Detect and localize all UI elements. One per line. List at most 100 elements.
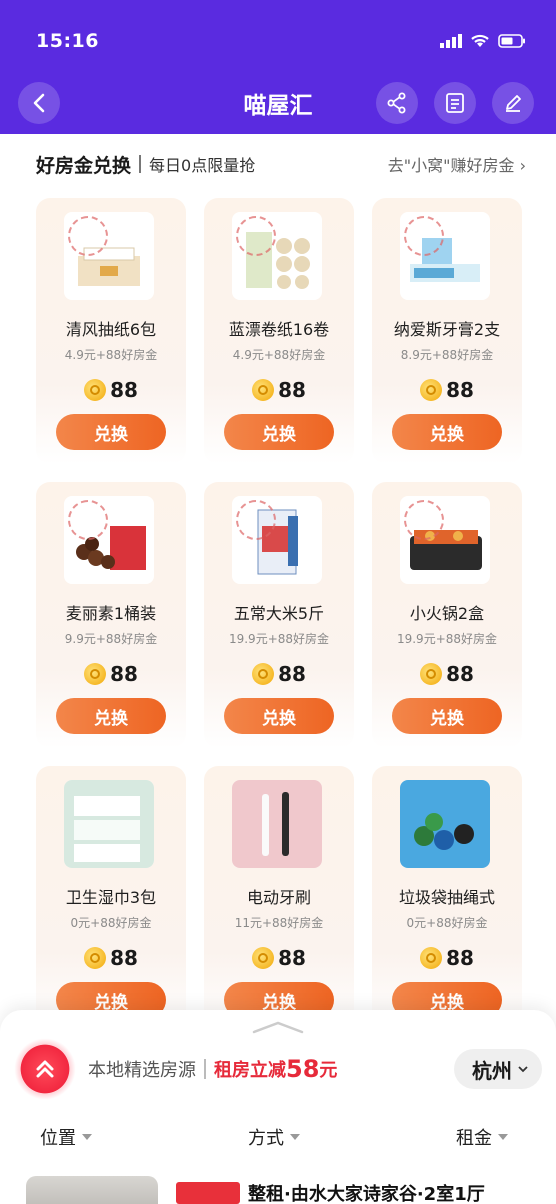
product-card[interactable]: 清风抽纸6包 4.9元+88好房金 88 兑换: [36, 198, 186, 464]
product-price: 0元+88好房金: [406, 916, 488, 930]
exchange-button[interactable]: 兑换: [224, 698, 334, 734]
list-button[interactable]: [434, 82, 476, 124]
coin-value: 88: [110, 662, 138, 686]
coin-value: 88: [278, 946, 306, 970]
product-price: 11元+88好房金: [234, 916, 324, 930]
status-bar: 15:16: [36, 26, 526, 56]
product-image: [400, 212, 490, 300]
filter-rent[interactable]: 租金: [456, 1124, 508, 1150]
product-name: 麦丽素1桶装: [65, 604, 157, 623]
exchange-button[interactable]: 兑换: [56, 698, 166, 734]
document-icon: [446, 93, 464, 113]
product-price: 4.9元+88好房金: [232, 348, 326, 362]
exchange-button[interactable]: 兑换: [56, 414, 166, 450]
coin-value: 88: [110, 378, 138, 402]
dropdown-icon: [82, 1134, 92, 1140]
product-price: 9.9元+88好房金: [64, 632, 158, 646]
coin-icon: [252, 379, 275, 401]
product-name: 清风抽纸6包: [65, 320, 157, 339]
product-grid: 清风抽纸6包 4.9元+88好房金 88 兑换 蓝漂卷纸16卷 4.9元+88好房金 88 兑…: [16, 194, 540, 1034]
filter-location[interactable]: 位置: [40, 1124, 92, 1150]
share-button[interactable]: [376, 82, 418, 124]
product-name: 五常大米5斤: [233, 604, 325, 623]
status-time: 15:16: [36, 30, 99, 52]
promo-amount: 58: [286, 1055, 320, 1083]
product-card[interactable]: 电动牙刷 11元+88好房金 88 兑换: [204, 766, 354, 1032]
signal-icon: [440, 34, 462, 48]
promo-badge-icon: [14, 1038, 76, 1100]
product-price: 8.9元+88好房金: [400, 348, 494, 362]
product-name: 小火锅2盒: [409, 604, 485, 623]
divider: [139, 155, 142, 173]
coin-value: 88: [446, 378, 474, 402]
chevron-up-icon[interactable]: [252, 1020, 304, 1034]
electric-toothbrush-icon: [232, 780, 322, 868]
coin-icon: [84, 379, 107, 401]
promo-banner[interactable]: 本地精选房源 租房立减 58 元 杭州: [14, 1034, 542, 1104]
coin-icon: [420, 379, 443, 401]
coin-icon: [252, 663, 275, 685]
exchange-button[interactable]: 兑换: [392, 414, 502, 450]
product-image: [64, 496, 154, 584]
coin-icon: [420, 947, 443, 969]
promo-unit: 元: [319, 1060, 338, 1081]
city-label: 杭州: [472, 1058, 512, 1083]
product-name: 垃圾袋抽绳式: [398, 888, 495, 907]
section-title: 好房金兑换: [36, 154, 132, 177]
coin-value: 88: [446, 946, 474, 970]
promo-label: 本地精选房源: [88, 1060, 196, 1081]
product-name: 卫生湿巾3包: [65, 888, 157, 907]
product-price: 19.9元+88好房金: [396, 632, 498, 646]
listing-item[interactable]: 整租·由水大家诗家谷·2室1厅: [26, 1176, 546, 1204]
coin-icon: [84, 663, 107, 685]
product-card[interactable]: 卫生湿巾3包 0元+88好房金 88 兑换: [36, 766, 186, 1032]
exchange-section: 好房金兑换 每日0点限量抢 去"小窝"赚好房金 › 清风抽纸6包 4.9元+88好…: [16, 134, 540, 1034]
chevron-down-icon: [518, 1066, 528, 1073]
product-image: [400, 496, 490, 584]
product-name: 蓝漂卷纸16卷: [228, 320, 330, 339]
coin-cost: 88: [372, 946, 522, 970]
exchange-button[interactable]: 兑换: [392, 698, 502, 734]
product-image: [400, 780, 490, 868]
dropdown-icon: [498, 1134, 508, 1140]
product-price: 4.9元+88好房金: [64, 348, 158, 362]
nav-bar: 喵屋汇: [0, 80, 556, 126]
promo-offer: 租房立减: [214, 1060, 286, 1081]
product-image: [64, 780, 154, 868]
share-icon: [387, 92, 406, 114]
product-name: 电动牙刷: [246, 888, 311, 907]
dropdown-icon: [290, 1134, 300, 1140]
listing-title: 整租·由水大家诗家谷·2室1厅: [248, 1184, 485, 1204]
exchange-button[interactable]: 兑换: [224, 414, 334, 450]
section-header: 好房金兑换 每日0点限量抢 去"小窝"赚好房金 ›: [16, 134, 540, 194]
filter-label: 位置: [40, 1128, 76, 1149]
edit-button[interactable]: [492, 82, 534, 124]
coin-cost: 88: [36, 378, 186, 402]
product-price: 0元+88好房金: [70, 916, 152, 930]
earn-coins-link[interactable]: 去"小窝"赚好房金 ›: [388, 152, 526, 176]
divider: [204, 1059, 206, 1079]
filter-label: 方式: [248, 1128, 284, 1149]
coin-icon: [252, 947, 275, 969]
product-card[interactable]: 垃圾袋抽绳式 0元+88好房金 88 兑换: [372, 766, 522, 1032]
coin-value: 88: [278, 662, 306, 686]
product-image: [232, 496, 322, 584]
product-card[interactable]: 麦丽素1桶装 9.9元+88好房金 88 兑换: [36, 482, 186, 748]
product-price: 19.9元+88好房金: [228, 632, 330, 646]
product-card[interactable]: 纳爱斯牙膏2支 8.9元+88好房金 88 兑换: [372, 198, 522, 464]
filter-bar: 位置 方式 租金: [0, 1124, 556, 1154]
filter-label: 租金: [456, 1128, 492, 1149]
product-image: [64, 212, 154, 300]
product-card[interactable]: 蓝漂卷纸16卷 4.9元+88好房金 88 兑换: [204, 198, 354, 464]
coin-cost: 88: [372, 378, 522, 402]
product-name: 纳爱斯牙膏2支: [393, 320, 501, 339]
product-image: [232, 212, 322, 300]
product-card[interactable]: 小火锅2盒 19.9元+88好房金 88 兑换: [372, 482, 522, 748]
pencil-icon: [506, 95, 521, 112]
product-card[interactable]: 五常大米5斤 19.9元+88好房金 88 兑换: [204, 482, 354, 748]
filter-type[interactable]: 方式: [248, 1124, 300, 1150]
coin-value: 88: [278, 378, 306, 402]
city-selector[interactable]: 杭州: [454, 1049, 542, 1089]
battery-icon: [498, 34, 525, 48]
coin-value: 88: [110, 946, 138, 970]
